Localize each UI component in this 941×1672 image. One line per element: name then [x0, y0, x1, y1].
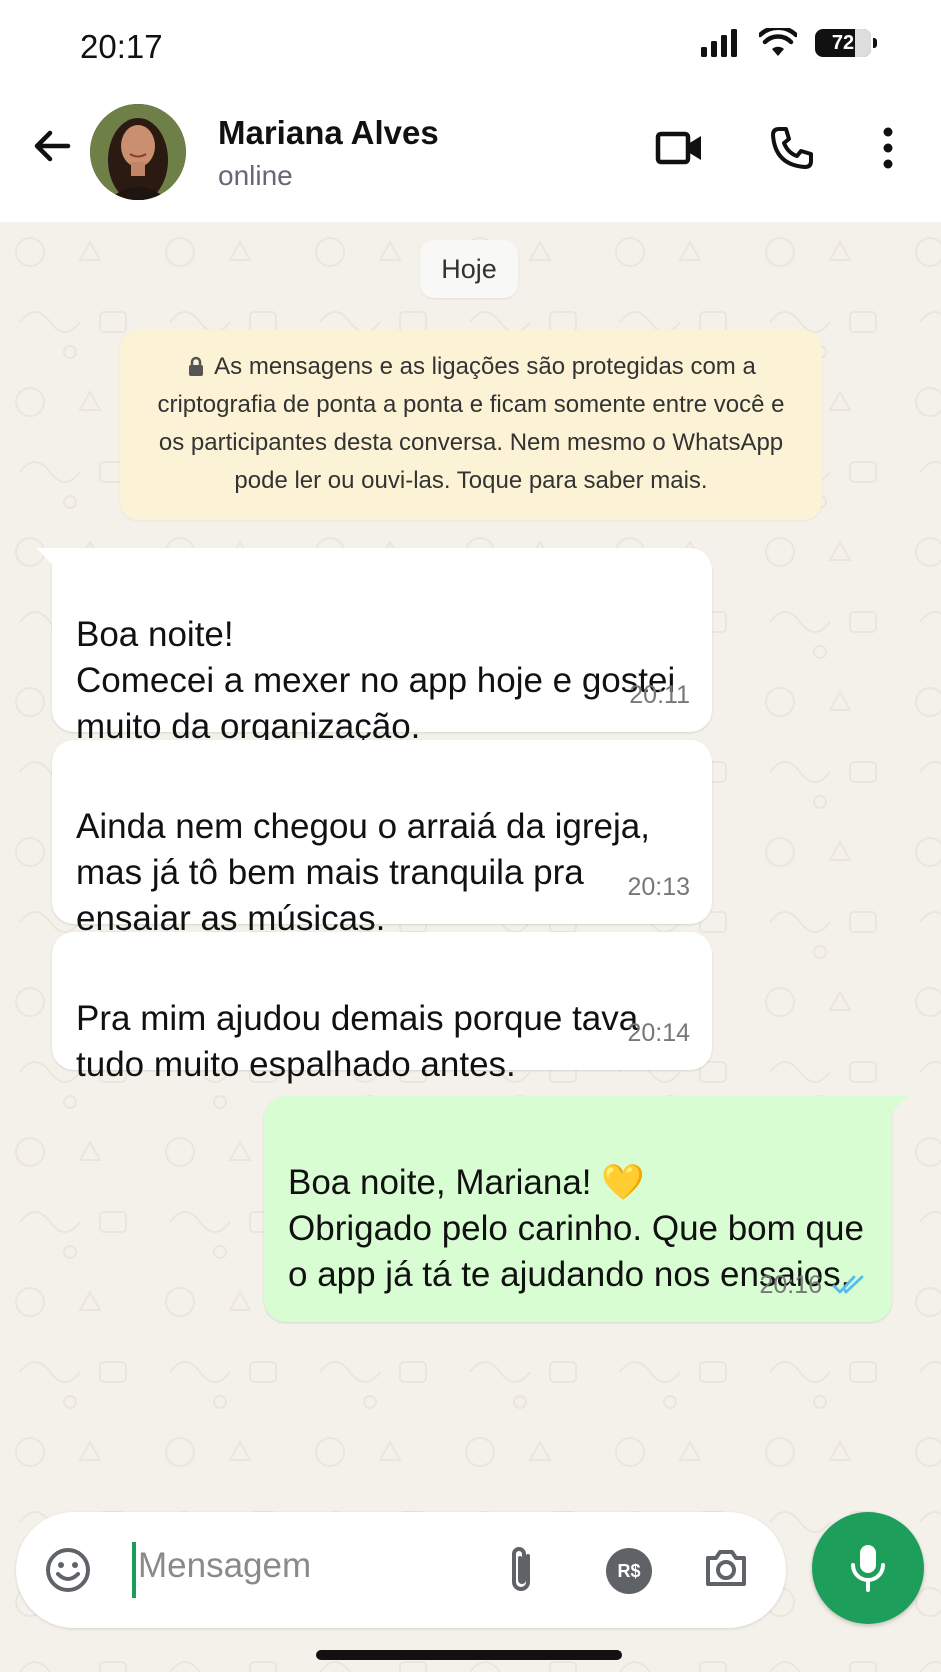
message-text: Ainda nem chegou o arraiá da igreja, mas…: [76, 807, 650, 938]
voice-record-button[interactable]: [812, 1512, 924, 1624]
contact-name[interactable]: Mariana Alves: [218, 114, 439, 152]
chat-area[interactable]: Hoje As mensagens e as ligações são prot…: [0, 222, 941, 1672]
avatar[interactable]: [90, 104, 186, 200]
attachment-icon[interactable]: [506, 1544, 538, 1596]
chat-header: Mariana Alves online: [0, 92, 941, 222]
video-call-button[interactable]: [654, 122, 706, 174]
date-separator: Hoje: [420, 240, 518, 298]
video-call-icon: [655, 131, 701, 165]
encryption-notice-text: As mensagens e as ligações são protegida…: [157, 353, 785, 494]
message-bubble-incoming[interactable]: Ainda nem chegou o arraiá da igreja, mas…: [52, 740, 712, 938]
message-bubble-incoming[interactable]: Boa noite! Comecei a mexer no app hoje e…: [36, 548, 712, 746]
double-check-read-icon: [832, 1275, 864, 1294]
message-input[interactable]: Mensagem: [138, 1546, 311, 1586]
lock-icon: [189, 356, 204, 376]
wifi-icon: [759, 28, 797, 56]
more-options-button[interactable]: [862, 122, 914, 174]
contact-status: online: [218, 160, 293, 191]
message-bubble-outgoing[interactable]: Boa noite, Mariana! 💛 Obrigado pelo cari…: [264, 1096, 908, 1322]
payment-button[interactable]: R$: [606, 1548, 652, 1594]
voice-call-button[interactable]: [766, 122, 818, 174]
message-bubble-incoming[interactable]: Pra mim ajudou demais porque tava tudo m…: [52, 932, 712, 1084]
message-text: Boa noite! Comecei a mexer no app hoje e…: [76, 615, 676, 746]
more-vertical-icon: [883, 127, 893, 169]
signal-icon: [701, 29, 737, 57]
avatar-portrait: [90, 104, 186, 200]
emoji-icon[interactable]: [44, 1546, 92, 1594]
battery-level: 72: [831, 31, 855, 54]
status-icons: 72: [701, 28, 877, 58]
status-bar: 20:17 72: [0, 0, 941, 92]
text-caret: [132, 1542, 136, 1598]
message-composer: Mensagem R$: [16, 1512, 786, 1628]
message-time: 20:14: [627, 1019, 690, 1047]
status-time: 20:17: [80, 28, 163, 65]
back-arrow-icon[interactable]: [28, 122, 76, 170]
home-indicator: [316, 1650, 622, 1660]
battery-icon: 72: [815, 29, 877, 57]
microphone-icon: [851, 1545, 885, 1592]
message-time: 20:11: [629, 681, 690, 709]
camera-icon[interactable]: [702, 1544, 750, 1592]
encryption-notice[interactable]: As mensagens e as ligações são protegida…: [120, 330, 822, 520]
message-time: 20:13: [627, 873, 690, 901]
phone-icon: [771, 127, 813, 169]
message-time: 20:16: [759, 1271, 822, 1299]
